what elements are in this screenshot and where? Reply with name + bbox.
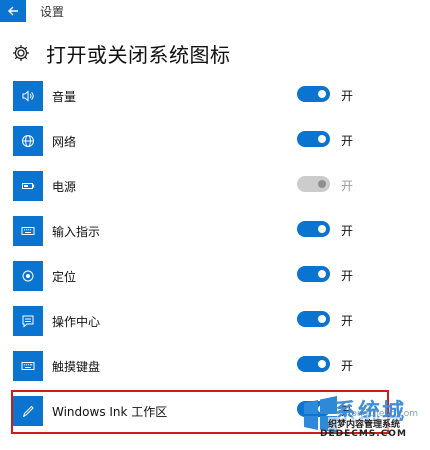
action-center-toggle[interactable] (297, 311, 330, 327)
setting-label: 网络 (52, 135, 77, 149)
power-toggle[interactable] (297, 176, 330, 192)
setting-row-action-center: 操作中心 开 (0, 306, 430, 336)
back-arrow-icon (8, 6, 18, 16)
toggle-knob (318, 135, 326, 143)
toggle-knob (318, 225, 326, 233)
toggle-state-text: 开 (341, 224, 354, 238)
location-icon (13, 261, 43, 291)
watermark: 系统城 织梦内容管理系统 DEDECMS.COM (298, 391, 430, 450)
toggle-knob (318, 360, 326, 368)
keyboard-icon (13, 216, 43, 246)
toggle-state-text: 开 (341, 89, 354, 103)
gear-icon (10, 42, 32, 64)
setting-row-network: 网络 开 (0, 126, 430, 156)
setting-label: 触摸键盘 (52, 360, 101, 374)
action-center-icon (13, 306, 43, 336)
volume-icon (13, 81, 43, 111)
setting-row-power: 电源 开 (0, 171, 430, 201)
watermark-site: DEDECMS.COM (320, 429, 407, 439)
window-title: 设置 (40, 5, 65, 19)
setting-row-location: 定位 开 (0, 261, 430, 291)
setting-row-input-indicator: 输入指示 开 (0, 216, 430, 246)
watermark-url: xitongcheng.com (340, 409, 418, 419)
setting-label: 操作中心 (52, 315, 101, 329)
toggle-state-text: 开 (341, 359, 354, 373)
setting-label: 电源 (52, 180, 77, 194)
page-title: 打开或关闭系统图标 (46, 42, 231, 67)
input-indicator-toggle[interactable] (297, 221, 330, 237)
toggle-knob (318, 90, 326, 98)
toggle-state-text: 开 (341, 314, 354, 328)
globe-icon (13, 126, 43, 156)
back-button[interactable] (0, 0, 26, 22)
toggle-knob (318, 270, 326, 278)
setting-label: 输入指示 (52, 225, 101, 239)
location-toggle[interactable] (297, 266, 330, 282)
setting-label: 定位 (52, 270, 77, 284)
toggle-state-text: 开 (341, 134, 354, 148)
setting-label: 音量 (52, 90, 77, 104)
toggle-knob (318, 180, 326, 188)
volume-toggle[interactable] (297, 86, 330, 102)
title-bar: 设置 (0, 0, 430, 22)
toggle-knob (318, 315, 326, 323)
setting-row-touch-keyboard: 触摸键盘 开 (0, 351, 430, 381)
setting-row-volume: 音量 开 (0, 81, 430, 111)
toggle-state-text: 开 (341, 269, 354, 283)
touch-keyboard-toggle[interactable] (297, 356, 330, 372)
network-toggle[interactable] (297, 131, 330, 147)
touch-keyboard-icon (13, 351, 43, 381)
battery-icon (13, 171, 43, 201)
page-header: 打开或关闭系统图标 (10, 38, 231, 68)
toggle-state-text: 开 (341, 179, 354, 193)
